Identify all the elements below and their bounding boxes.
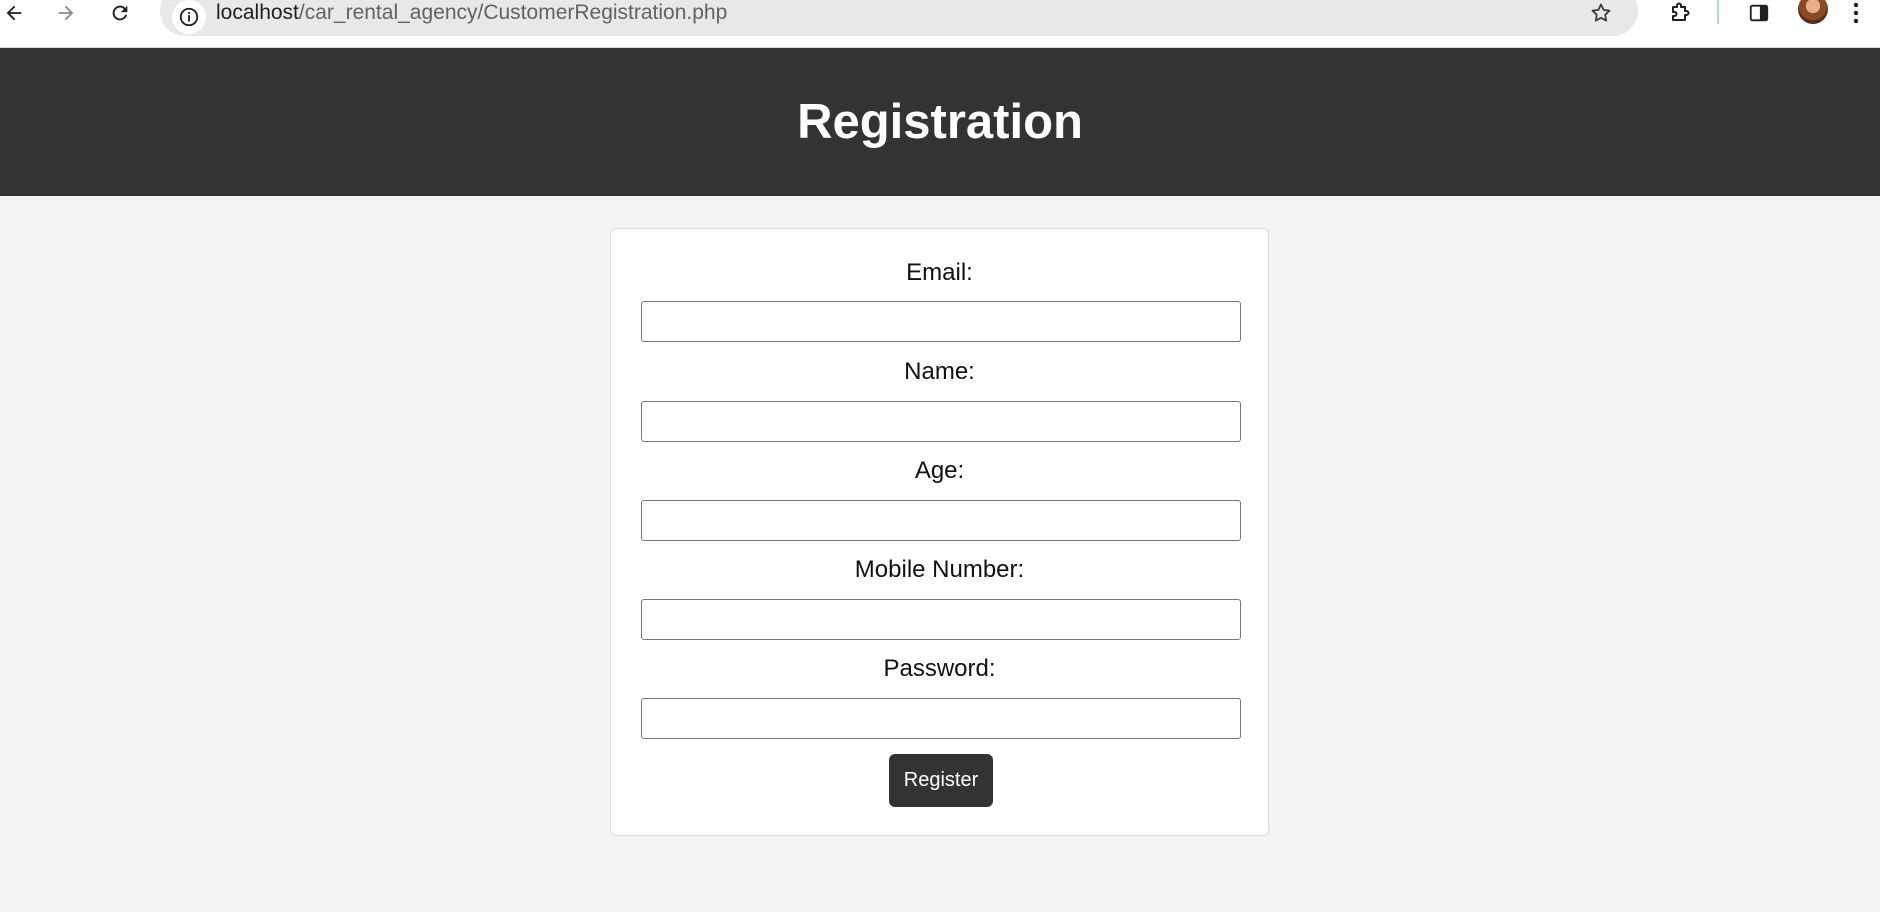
email-label: Email: [906, 259, 973, 286]
url-text[interactable]: localhost/car_rental_agency/CustomerRegi… [216, 0, 727, 26]
back-icon[interactable] [0, 0, 32, 26]
bookmark-star-icon[interactable] [1586, 0, 1616, 26]
url-host: localhost [216, 1, 299, 24]
register-button[interactable]: Register [889, 754, 993, 807]
site-info-icon[interactable] [172, 0, 206, 34]
registration-form: Email: Name: Age: Mobile Number: Passwor… [610, 228, 1269, 836]
more-menu-icon[interactable] [1846, 0, 1866, 26]
url-path: /car_rental_agency/CustomerRegistration.… [298, 1, 728, 24]
mobile-number-field[interactable] [641, 599, 1241, 640]
name-label: Name: [904, 358, 975, 385]
age-label: Age: [914, 457, 965, 484]
address-bar[interactable]: localhost/car_rental_agency/CustomerRegi… [160, 0, 1638, 36]
page-title: Registration [797, 95, 1083, 149]
extensions-icon[interactable] [1662, 0, 1698, 26]
password-field[interactable] [641, 698, 1241, 739]
password-label: Password: [883, 655, 996, 682]
forward-icon[interactable] [48, 0, 84, 26]
side-panel-icon[interactable] [1741, 0, 1777, 26]
page-header: Registration [0, 48, 1880, 196]
email-field[interactable] [641, 301, 1241, 342]
age-field[interactable] [641, 500, 1241, 541]
mobile-number-label: Mobile Number: [854, 556, 1025, 583]
name-field[interactable] [641, 401, 1241, 442]
toolbar-divider [1717, 0, 1719, 24]
reload-icon[interactable] [102, 0, 138, 26]
browser-toolbar: localhost/car_rental_agency/CustomerRegi… [0, 0, 1880, 48]
profile-avatar[interactable] [1798, 0, 1828, 24]
